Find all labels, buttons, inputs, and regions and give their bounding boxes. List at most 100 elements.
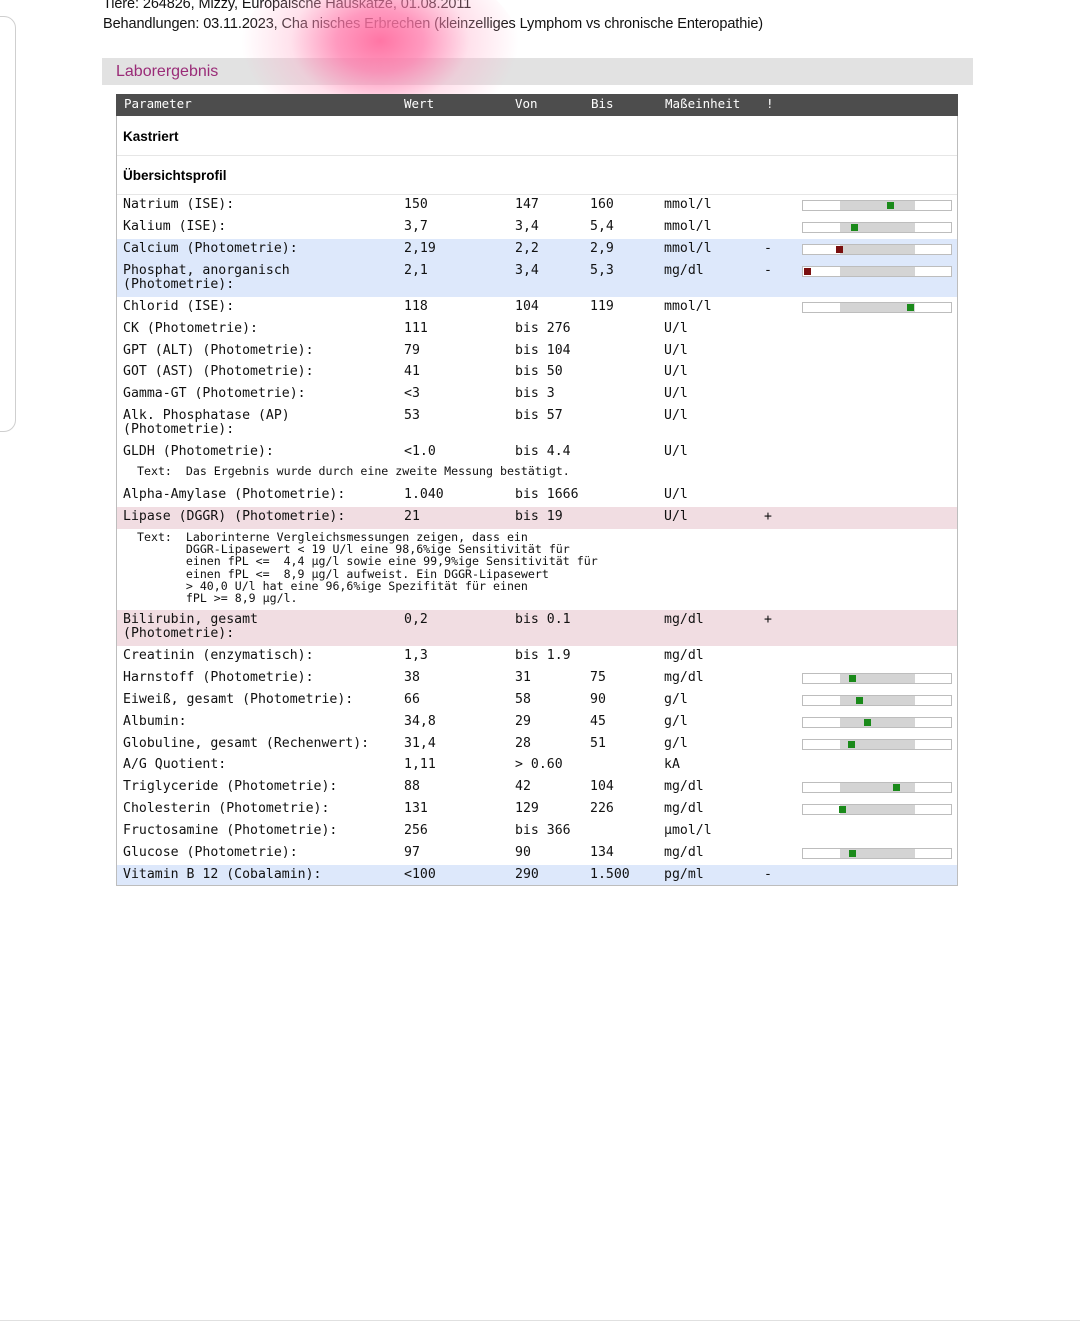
cell-bis: 2,9 [590, 241, 614, 256]
table-row: Gamma-GT (Photometrie): <3 bis 3 U/l [117, 384, 957, 406]
cell-unit: mg/dl [664, 779, 704, 794]
cell-von: 42 [515, 779, 531, 794]
table-row: Creatinin (enzymatisch): 1,3 bis 1.9 mg/dl [117, 646, 957, 668]
cell-wert: <100 [404, 867, 436, 882]
cell-param: GLDH (Photometrie): [123, 444, 274, 459]
cell-bis: 90 [590, 692, 606, 707]
cell-wert: 79 [404, 343, 420, 358]
cell-bis: 160 [590, 197, 614, 212]
value-marker [804, 268, 811, 275]
value-marker [906, 304, 914, 311]
reference-range-bar [802, 302, 952, 313]
cell-von: 129 [515, 801, 539, 816]
reference-range-band [840, 201, 915, 210]
cell-flag: - [764, 263, 772, 278]
cell-unit: g/l [664, 714, 688, 729]
cell-wert: 31,4 [404, 736, 436, 751]
table-row: Fructosamine (Photometrie): 256 bis 366 µmo… [117, 821, 957, 843]
reference-range-bar [802, 804, 952, 815]
value-marker [849, 675, 856, 682]
cell-wert: 0,2 [404, 612, 428, 627]
cell-von: bis 19 [515, 509, 563, 524]
cell-unit: U/l [664, 386, 688, 401]
value-marker [892, 784, 900, 791]
cell-wert: 3,7 [404, 219, 428, 234]
cell-bis: 104 [590, 779, 614, 794]
cell-param: Calcium (Photometrie): [123, 241, 298, 256]
cell-param: Gamma-GT (Photometrie): [123, 386, 306, 401]
table-row: Vitamin B 12 (Cobalamin): <100 290 1.500 pg/… [117, 865, 957, 885]
cell-wert: 111 [404, 321, 428, 336]
cell-param: A/G Quotient: [123, 757, 227, 772]
value-marker [848, 741, 856, 748]
cell-wert: 131 [404, 801, 428, 816]
cell-von: 104 [515, 299, 539, 314]
cell-von: bis 4.4 [515, 444, 571, 459]
reference-range-bar [802, 848, 952, 859]
cell-wert: 53 [404, 408, 420, 423]
cell-bis: 51 [590, 736, 606, 751]
cell-param: Eiweiß, gesamt (Photometrie): [123, 692, 354, 707]
cell-unit: mmol/l [664, 241, 712, 256]
group-label-kastriert: Kastriert [123, 129, 179, 144]
cell-wert: 256 [404, 823, 428, 838]
column-header-von: Von [515, 96, 538, 111]
section-header-bar: Laborergebnis [102, 58, 973, 85]
table-header-row: Parameter Wert Von Bis Maßeinheit ! [116, 94, 958, 116]
cell-flag: + [764, 509, 772, 524]
reference-range-band [840, 303, 915, 312]
cell-unit: mmol/l [664, 219, 712, 234]
cell-unit: U/l [664, 408, 688, 423]
cell-param: Triglyceride (Photometrie): [123, 779, 338, 794]
cell-unit: mg/dl [664, 648, 704, 663]
cell-wert: 118 [404, 299, 428, 314]
reference-range-band [840, 696, 915, 705]
cell-unit: pg/ml [664, 867, 704, 882]
cell-param: Creatinin (enzymatisch): [123, 648, 314, 663]
reference-range-bar [802, 673, 952, 684]
column-header-parameter: Parameter [124, 96, 192, 111]
cell-von: bis 50 [515, 364, 563, 379]
table-row: Phosphat, anorganisch (Photometrie): 2,1 3… [117, 261, 957, 297]
cell-unit: U/l [664, 509, 688, 524]
cell-unit: µmol/l [664, 823, 712, 838]
page-bottom-divider [0, 1320, 1080, 1321]
cell-von: bis 366 [515, 823, 571, 838]
cell-wert: 1,11 [404, 757, 436, 772]
cell-wert: 38 [404, 670, 420, 685]
cell-wert: 1,3 [404, 648, 428, 663]
cell-param: Phosphat, anorganisch (Photometrie): [123, 263, 290, 292]
cell-von: 28 [515, 736, 531, 751]
value-marker [886, 202, 894, 209]
table-row: GPT (ALT) (Photometrie): 79 bis 104 U/l [117, 341, 957, 363]
cell-wert: 150 [404, 197, 428, 212]
cell-unit: mmol/l [664, 299, 712, 314]
cell-bis: 5,4 [590, 219, 614, 234]
cell-unit: U/l [664, 487, 688, 502]
column-header-flag: ! [766, 96, 774, 111]
value-marker [864, 719, 871, 726]
cell-von: 31 [515, 670, 531, 685]
cell-von: 2,2 [515, 241, 539, 256]
cell-param: Alk. Phosphatase (AP) (Photometrie): [123, 408, 290, 437]
cell-unit: g/l [664, 692, 688, 707]
cell-unit: U/l [664, 444, 688, 459]
cell-wert: 88 [404, 779, 420, 794]
table-row: Alpha-Amylase (Photometrie): 1.040 bis 166… [117, 485, 957, 507]
cell-von: bis 1.9 [515, 648, 571, 663]
cell-param: Globuline, gesamt (Rechenwert): [123, 736, 370, 751]
reference-range-band [840, 805, 915, 814]
cell-wert: 1.040 [404, 487, 444, 502]
cell-unit: mmol/l [664, 197, 712, 212]
cell-param: Bilirubin, gesamt (Photometrie): [123, 612, 258, 641]
value-marker [835, 246, 843, 253]
cell-bis: 45 [590, 714, 606, 729]
cell-param: Vitamin B 12 (Cobalamin): [123, 867, 322, 882]
cell-wert: 41 [404, 364, 420, 379]
table-row: Kalium (ISE): 3,7 3,4 5,4 mmol/l [117, 217, 957, 239]
cell-param: Fructosamine (Photometrie): [123, 823, 338, 838]
cell-von: 29 [515, 714, 531, 729]
cell-unit: g/l [664, 736, 688, 751]
cell-bis: 119 [590, 299, 614, 314]
cell-wert: 2,19 [404, 241, 436, 256]
